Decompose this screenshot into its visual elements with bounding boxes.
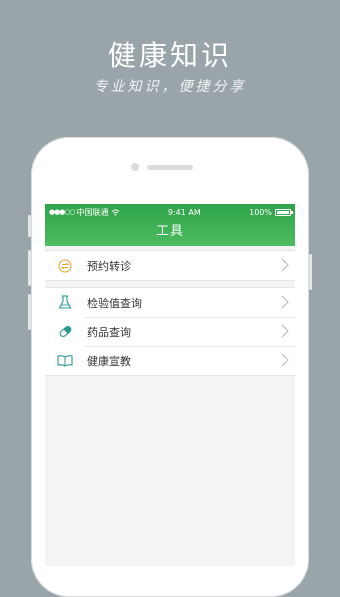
promo-title: 健康知识 [107,39,232,72]
flask-icon [55,293,75,313]
wifi-icon [111,208,119,216]
status-time: 9:41 AM [167,207,201,217]
volume-up-button [28,250,31,286]
menu-group-appointments: 预约转诊 [45,250,295,281]
menu-item-label: 检验值查询 [87,296,142,310]
chevron-right-icon [281,324,289,338]
menu-item-label: 预约转诊 [87,259,131,273]
carrier-label: 中国联通 [76,207,109,217]
pill-icon [55,322,75,342]
book-icon [55,351,75,371]
transfer-icon [55,256,75,276]
menu-item-drug-search[interactable]: 药品查询 [45,317,295,346]
menu-item-referral[interactable]: 预约转诊 [45,251,295,280]
page-title: 工具 [155,224,184,239]
status-bar: ●●●○○ 中国联通 9:41 AM 100% [45,204,295,220]
menu-item-lab-values[interactable]: 检验值查询 [45,288,295,317]
power-button [309,254,312,290]
chevron-right-icon [281,258,289,272]
speaker-grille [147,165,193,170]
signal-icon: ●●●○○ [49,208,76,216]
chevron-right-icon [281,353,289,367]
menu-item-label: 健康宣教 [87,354,131,368]
menu-group-tools: 检验值查询 药品查询 健康宣教 [45,287,295,376]
battery-percent: 100% [249,207,272,217]
volume-down-button [28,294,31,330]
chevron-right-icon [281,295,289,309]
battery-icon [275,208,293,216]
promo-subtitle: 专业知识，便捷分享 [93,79,247,95]
menu-item-health-education[interactable]: 健康宣教 [45,346,295,375]
menu-item-label: 药品查询 [87,325,131,339]
app-screen: ●●●○○ 中国联通 9:41 AM 100% 工具 预约转诊 检验值查询 药品… [45,204,295,566]
camera-icon [131,163,139,171]
app-header: ●●●○○ 中国联通 9:41 AM 100% 工具 [45,204,295,246]
mute-switch [28,215,31,237]
